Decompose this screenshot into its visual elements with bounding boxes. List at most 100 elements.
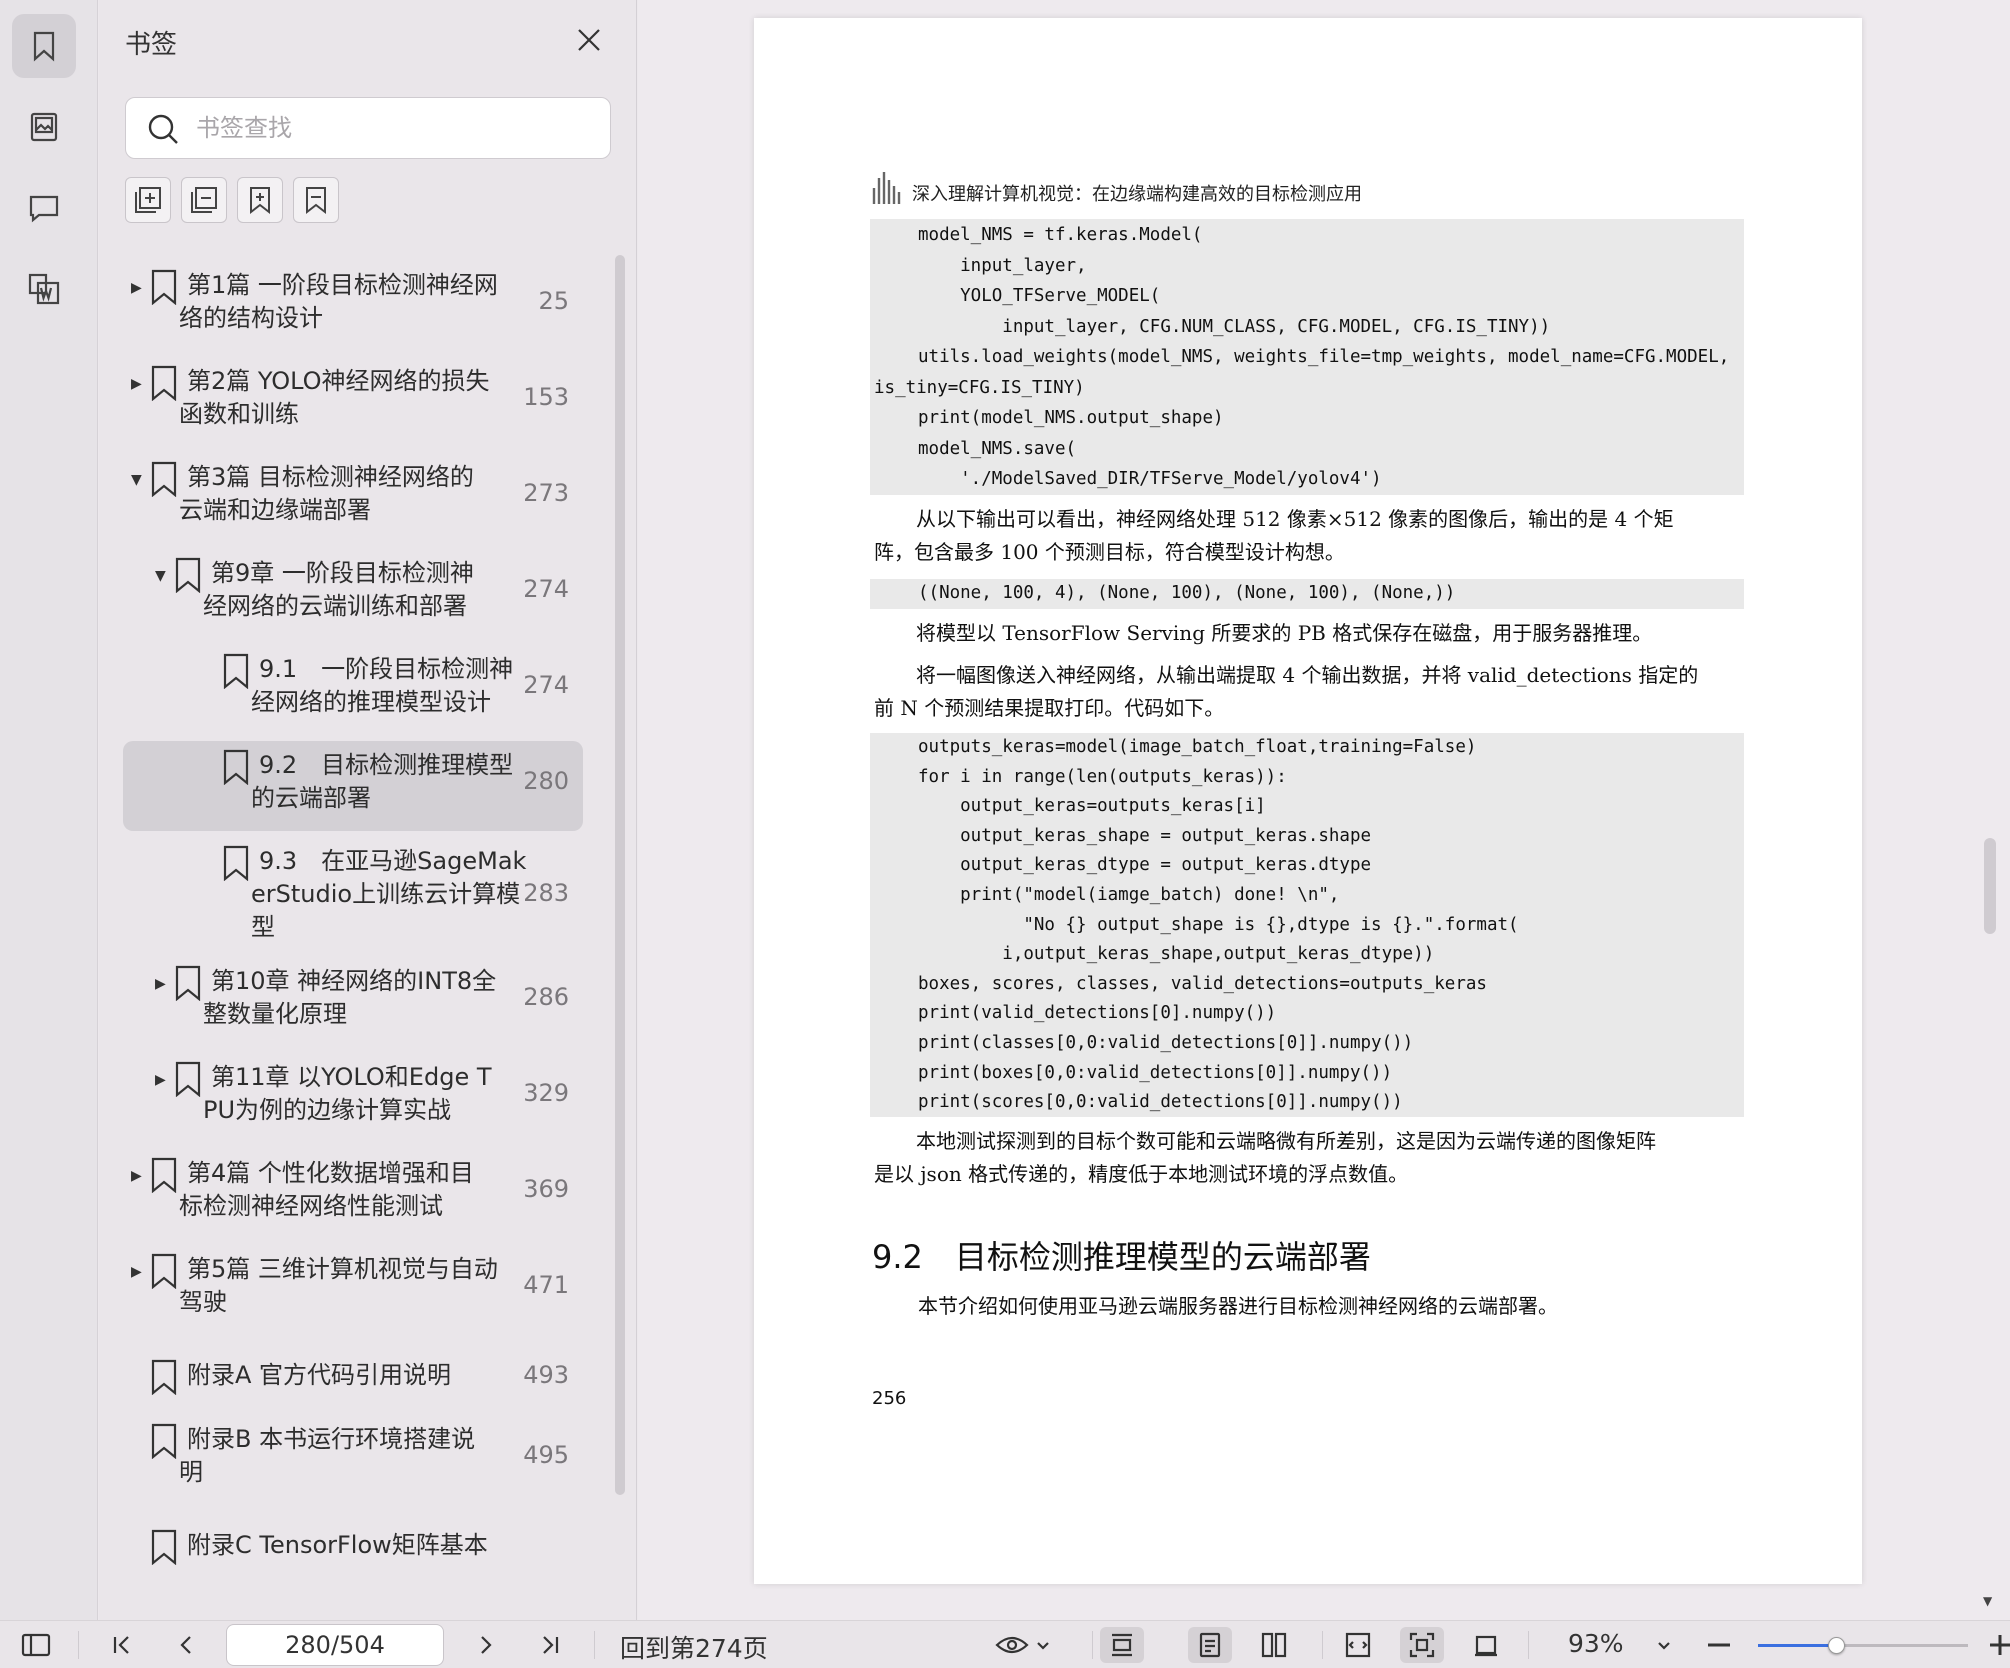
- book-logo-icon: [872, 172, 901, 204]
- divider: [1322, 1631, 1323, 1659]
- bookmark-item[interactable]: 9.2 目标检测推理模型 的云端部署 280: [123, 741, 583, 831]
- bookmark-title-line: 第10章 神经网络的INT8全: [211, 967, 497, 995]
- viewer-scrollbar[interactable]: [1984, 838, 1996, 934]
- document-page: 深入理解计算机视觉：在边缘端构建高效的目标检测应用 model_NMS = tf…: [754, 18, 1862, 1584]
- plus-icon: [1990, 1635, 2010, 1655]
- bookmark-page-number: 274: [523, 671, 569, 699]
- code-line: print(boxes[0,0:valid_detections[0]].num…: [918, 1062, 1393, 1083]
- zoom-slider-handle[interactable]: [1827, 1637, 1845, 1654]
- bookmark-item[interactable]: ▶ 第5篇 三维计算机视觉与自动 驾驶 471: [123, 1245, 583, 1335]
- caret-down-icon[interactable]: ▼: [155, 569, 169, 583]
- bookmark-item[interactable]: ▶ 第4篇 个性化数据增强和目 标检测神经网络性能测试 369: [123, 1149, 583, 1239]
- add-bookmark-button[interactable]: [237, 177, 283, 223]
- bookmark-page-number: 283: [523, 879, 569, 907]
- bookmark-item[interactable]: 9.3 在亚马逊SageMak erStudio上训练云计算模型 283: [123, 837, 583, 951]
- bookmark-title-line: 附录C TensorFlow矩阵基本: [187, 1531, 488, 1559]
- zoom-out-button[interactable]: [1704, 1627, 1734, 1663]
- running-header-text: 深入理解计算机视觉：在边缘端构建高效的目标检测应用: [912, 184, 1362, 205]
- caret-right-icon[interactable]: ▶: [131, 377, 145, 391]
- expand-all-button[interactable]: [125, 177, 171, 223]
- caret-right-icon[interactable]: ▶: [155, 977, 169, 991]
- fit-width-button[interactable]: [1336, 1627, 1380, 1663]
- thumbnail-rail-button[interactable]: [12, 95, 76, 159]
- zoom-dropdown[interactable]: [1652, 1627, 1676, 1663]
- bookmark-item[interactable]: ▶ 第1篇 一阶段目标检测神经网 络的结构设计 25: [123, 261, 583, 351]
- bookmark-item[interactable]: ▼ 第3篇 目标检测神经网络的 云端和边缘端部署 273: [123, 453, 583, 543]
- comment-rail-button[interactable]: [12, 176, 76, 240]
- bookmark-item[interactable]: 附录C TensorFlow矩阵基本: [123, 1511, 583, 1579]
- panel-scrollbar[interactable]: [615, 255, 625, 1495]
- code-line: './ModelSaved_DIR/TFServe_Model/yolov4'): [918, 469, 1382, 489]
- first-page-button[interactable]: [104, 1627, 140, 1663]
- bookmark-title-line: 9.3 在亚马逊SageMak: [259, 847, 527, 875]
- code-line: for i in range(len(outputs_keras)):: [918, 766, 1287, 787]
- code-line: YOLO_TFServe_MODEL(: [918, 286, 1161, 306]
- bookmark-item[interactable]: 附录B 本书运行环境搭建说明 495: [123, 1415, 583, 1505]
- paragraph-local-test-note: 本地测试探测到的目标个数可能和云端略微有所差别，这是因为云端传递的图像矩阵 是以 …: [870, 1125, 1744, 1195]
- bookmark-icon: [149, 269, 179, 306]
- bookmark-title-line: 第4篇 个性化数据增强和目: [187, 1159, 474, 1187]
- back-to-page-link[interactable]: 回到第274页: [620, 1629, 768, 1665]
- bookmark-rail-button[interactable]: [12, 14, 76, 78]
- last-page-button[interactable]: [532, 1627, 568, 1663]
- toggle-sidebar-button[interactable]: [18, 1627, 54, 1663]
- code-line: ((None, 100, 4), (None, 100), (None, 100…: [918, 583, 1456, 603]
- bookmark-item[interactable]: ▶ 第10章 神经网络的INT8全 整数量化原理 286: [123, 957, 583, 1047]
- paragraph-section-intro: 本节介绍如何使用亚马逊云端服务器进行目标检测神经网络的云端部署。: [872, 1290, 1746, 1326]
- zoom-slider[interactable]: [1758, 1637, 1968, 1654]
- bookmark-outline-icon: [306, 187, 326, 215]
- caret-right-icon[interactable]: ▶: [131, 1265, 145, 1279]
- bookmark-title-line: 第2篇 YOLO神经网络的损失: [187, 367, 490, 395]
- bottom-toolbar: 回到第274页 93%: [0, 1620, 2010, 1668]
- paragraph-line: 将一幅图像送入神经网络，从输出端提取 4 个输出数据，并将 valid_dete…: [916, 663, 1699, 687]
- bookmark-item[interactable]: ▶ 第11章 以YOLO和Edge T PU为例的边缘计算实战 329: [123, 1053, 583, 1143]
- word-export-rail-button[interactable]: [12, 257, 76, 321]
- divider: [1092, 1631, 1093, 1659]
- comment-icon: [29, 195, 59, 223]
- zoom-in-button[interactable]: [1988, 1627, 2010, 1663]
- page-number-field[interactable]: [226, 1624, 444, 1666]
- bookmark-title-line: 第11章 以YOLO和Edge T: [211, 1063, 492, 1091]
- two-page-button[interactable]: [1252, 1627, 1296, 1663]
- continuous-scroll-button[interactable]: [1100, 1627, 1144, 1663]
- bookmark-page-number: 274: [523, 575, 569, 603]
- chevron-left-icon: [180, 1636, 191, 1654]
- rotate-page-button[interactable]: [1464, 1627, 1508, 1663]
- zoom-level[interactable]: 93%: [1568, 1629, 1624, 1658]
- bookmark-icon: [173, 557, 203, 594]
- scroll-down-arrow-icon[interactable]: ▼: [1983, 1594, 1992, 1608]
- bookmark-page-number: 273: [523, 479, 569, 507]
- page-number: 256: [872, 1388, 907, 1409]
- caret-right-icon[interactable]: ▶: [131, 281, 145, 295]
- bookmark-outline-button[interactable]: [293, 177, 339, 223]
- caret-right-icon[interactable]: ▶: [131, 1169, 145, 1183]
- paragraph-line: 从以下输出可以看出，神经网络处理 512 像素×512 像素的图像后，输出的是 …: [916, 507, 1674, 531]
- chevron-right-icon: [481, 1636, 492, 1654]
- caret-right-icon[interactable]: ▶: [155, 1073, 169, 1087]
- single-page-button[interactable]: [1188, 1627, 1232, 1663]
- collapse-all-button[interactable]: [181, 177, 227, 223]
- caret-down-icon[interactable]: ▼: [131, 473, 145, 487]
- bookmark-icon: [149, 461, 179, 498]
- next-page-button[interactable]: [468, 1627, 504, 1663]
- code-line: print(valid_detections[0].numpy()): [918, 1003, 1277, 1024]
- code-line: model_NMS.save(: [918, 438, 1077, 459]
- bookmark-item[interactable]: ▶ 第2篇 YOLO神经网络的损失 函数和训练 153: [123, 357, 583, 447]
- bookmark-item[interactable]: 附录A 官方代码引用说明 493: [123, 1341, 583, 1409]
- divider: [78, 1631, 79, 1659]
- bookmark-icon: [221, 653, 251, 690]
- bookmark-page-number: 493: [523, 1361, 569, 1389]
- previous-page-button[interactable]: [168, 1627, 204, 1663]
- fit-page-button[interactable]: [1400, 1627, 1444, 1663]
- bookmark-search-input[interactable]: [196, 108, 596, 148]
- reading-mode-dropdown[interactable]: [990, 1627, 1056, 1663]
- continuous-scroll-icon: [1112, 1633, 1132, 1657]
- bookmark-item[interactable]: 9.1 一阶段目标检测神 经网络的推理模型设计 274: [123, 645, 583, 735]
- bookmark-title-line: 第3篇 目标检测神经网络的: [187, 463, 474, 491]
- bookmark-item[interactable]: ▼ 第9章 一阶段目标检测神 经网络的云端训练和部署 274: [123, 549, 583, 639]
- close-panel-button[interactable]: [573, 24, 605, 56]
- bookmark-title-line: 络的结构设计: [179, 304, 323, 332]
- bookmark-icon: [221, 845, 251, 882]
- chevron-down-icon: [1037, 1642, 1049, 1650]
- chevron-down-icon: [1658, 1642, 1670, 1650]
